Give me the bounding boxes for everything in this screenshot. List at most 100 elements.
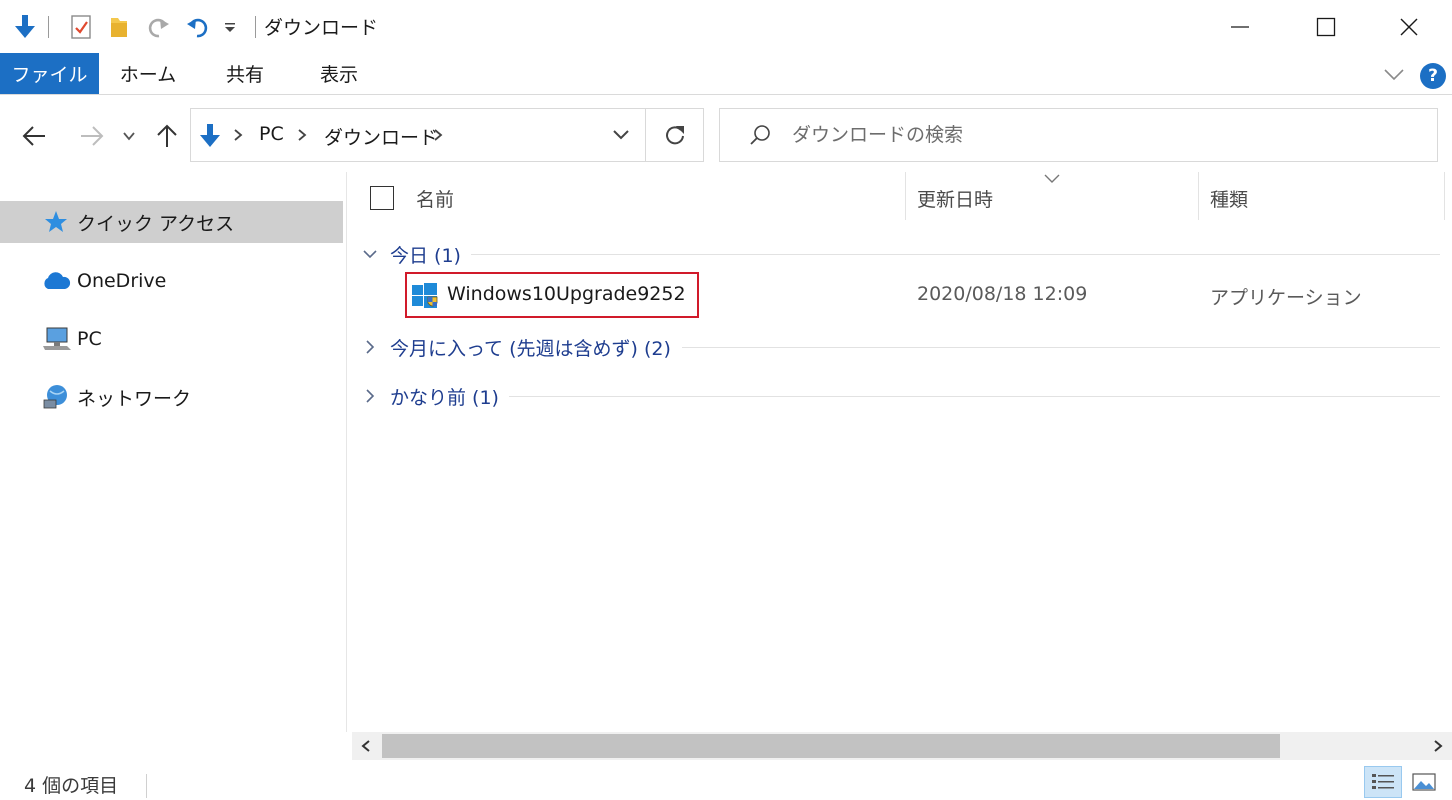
tab-view[interactable]: 表示	[296, 53, 382, 94]
column-divider[interactable]	[905, 172, 906, 220]
select-all-checkbox[interactable]	[370, 186, 394, 210]
cloud-icon	[40, 265, 72, 297]
group-header-today[interactable]: 今日 (1)	[360, 239, 1450, 269]
refresh-icon	[665, 126, 684, 145]
window-title: ダウンロード	[264, 17, 379, 39]
group-header-long-ago[interactable]: かなり前 (1)	[360, 381, 1450, 411]
downloads-icon	[200, 124, 220, 147]
redo-icon	[148, 18, 169, 38]
scroll-right-button[interactable]	[1424, 732, 1452, 760]
maximize-button[interactable]	[1283, 0, 1369, 53]
chevron-right-icon	[366, 389, 375, 403]
group-header-this-month[interactable]: 今月に入って (先週は含めず) (2)	[360, 332, 1450, 362]
close-icon	[1400, 18, 1418, 35]
address-bar[interactable]: PC ダウンロード	[190, 108, 646, 162]
sidebar-item-label: クイック アクセス	[77, 212, 235, 235]
computer-icon	[40, 323, 72, 355]
properties-icon	[71, 15, 91, 39]
scroll-left-button[interactable]	[352, 732, 380, 760]
search-icon	[750, 125, 770, 145]
refresh-button[interactable]	[646, 108, 704, 162]
status-bar: 4 個の項目	[0, 762, 1452, 800]
large-icons-view-icon	[1412, 773, 1436, 791]
title-separator	[255, 16, 256, 38]
chevron-right-icon	[1434, 740, 1443, 752]
file-list: 名前 更新日時 種類 今日 (1) Windows10Upgrade9252 2…	[348, 172, 1452, 732]
group-divider-line	[508, 396, 1440, 397]
group-divider-line	[470, 254, 1440, 255]
expand-ribbon-button[interactable]	[1382, 63, 1406, 85]
address-history-button[interactable]	[597, 109, 645, 161]
title-bar: ダウンロード	[0, 0, 1452, 53]
new-folder-button[interactable]	[104, 12, 134, 42]
recent-locations-button[interactable]	[118, 116, 140, 156]
undo-icon	[187, 18, 208, 38]
column-header-type[interactable]: 種類	[1210, 185, 1248, 212]
properties-button[interactable]	[66, 12, 96, 42]
group-label: 今日 (1)	[390, 241, 471, 268]
item-count: 4 個の項目	[24, 775, 119, 797]
navigation-pane: クイック アクセス OneDrive PC ネットワーク	[0, 172, 347, 732]
sidebar-item-pc[interactable]: PC	[0, 318, 343, 360]
search-box[interactable]	[719, 108, 1438, 162]
breadcrumb-separator-icon	[234, 129, 243, 141]
chevron-down-icon	[363, 250, 377, 259]
chevron-down-icon	[123, 132, 135, 141]
customize-toolbar-button[interactable]	[220, 12, 240, 42]
network-icon	[40, 381, 72, 413]
redo-button[interactable]	[142, 12, 174, 42]
file-date: 2020/08/18 12:09	[917, 283, 1088, 305]
arrow-right-icon	[81, 126, 104, 146]
breadcrumb-downloads[interactable]: ダウンロード	[324, 123, 438, 150]
windows-installer-icon	[412, 283, 438, 308]
forward-button[interactable]	[72, 116, 112, 156]
download-arrow-icon	[10, 12, 40, 42]
chevron-down-icon	[613, 130, 629, 140]
arrow-up-icon	[157, 124, 177, 147]
column-divider[interactable]	[1444, 172, 1445, 220]
horizontal-scrollbar[interactable]	[352, 732, 1452, 760]
group-label: 今月に入って (先週は含めず) (2)	[390, 334, 681, 361]
tab-home[interactable]: ホーム	[104, 53, 192, 94]
sidebar-item-label: OneDrive	[77, 270, 167, 292]
tab-file[interactable]: ファイル	[0, 53, 99, 94]
breadcrumb-pc[interactable]: PC	[259, 123, 284, 145]
large-icons-view-button[interactable]	[1405, 766, 1443, 798]
help-button[interactable]: ?	[1420, 63, 1446, 89]
group-divider-line	[682, 347, 1440, 348]
minimize-icon	[1231, 25, 1249, 28]
group-label: かなり前 (1)	[390, 383, 509, 410]
breadcrumb-separator-icon	[434, 129, 443, 141]
details-view-icon	[1372, 774, 1394, 789]
sidebar-item-network[interactable]: ネットワーク	[0, 376, 343, 418]
search-input[interactable]	[792, 121, 1412, 149]
column-header-name[interactable]: 名前	[416, 185, 454, 212]
maximize-icon	[1316, 17, 1336, 36]
tab-share[interactable]: 共有	[202, 53, 288, 94]
file-type: アプリケーション	[1210, 287, 1362, 309]
arrow-left-icon	[22, 126, 45, 146]
up-button[interactable]	[150, 116, 184, 156]
table-row[interactable]: Windows10Upgrade9252 2020/08/18 12:09 アプ…	[348, 268, 1452, 324]
file-name: Windows10Upgrade9252	[447, 283, 686, 305]
scrollbar-thumb[interactable]	[382, 734, 1280, 758]
folder-icon	[111, 18, 127, 37]
sidebar-item-quick-access[interactable]: クイック アクセス	[0, 201, 343, 243]
sort-indicator-icon	[1044, 174, 1060, 183]
column-divider[interactable]	[1198, 172, 1199, 220]
sidebar-item-onedrive[interactable]: OneDrive	[0, 260, 343, 302]
sidebar-item-label: PC	[77, 328, 102, 350]
star-icon	[40, 206, 72, 238]
chevron-left-icon	[361, 740, 370, 752]
back-button[interactable]	[14, 116, 54, 156]
sidebar-item-label: ネットワーク	[77, 387, 192, 410]
column-header-date[interactable]: 更新日時	[917, 185, 993, 212]
minimize-button[interactable]	[1197, 0, 1283, 53]
undo-button[interactable]	[182, 12, 214, 42]
details-view-button[interactable]	[1364, 766, 1402, 798]
close-button[interactable]	[1366, 0, 1452, 53]
breadcrumb-separator-icon	[298, 129, 307, 141]
dropdown-arrow-icon	[225, 23, 235, 32]
ribbon-tabs: ファイル ホーム 共有 表示 ?	[0, 53, 1452, 95]
quick-access-separator	[48, 16, 49, 38]
